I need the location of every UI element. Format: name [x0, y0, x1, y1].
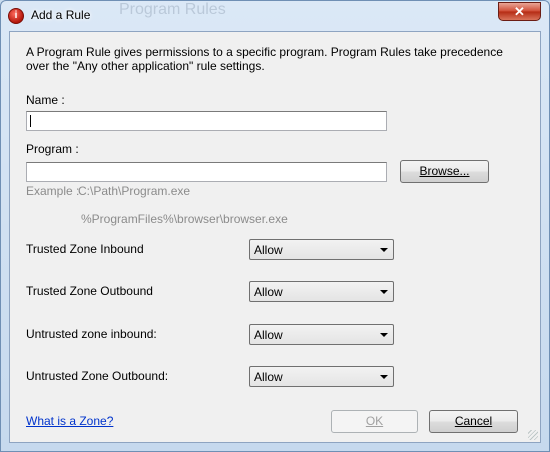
- name-input[interactable]: [26, 111, 387, 131]
- untrusted-inbound-select[interactable]: Allow: [249, 324, 394, 345]
- untrusted-outbound-value: Allow: [254, 370, 283, 384]
- untrusted-inbound-label: Untrusted zone inbound:: [26, 327, 157, 341]
- name-label: Name :: [26, 93, 65, 107]
- trusted-outbound-label: Trusted Zone Outbound: [26, 284, 153, 298]
- example-path-2: %ProgramFiles%\browser\browser.exe: [81, 212, 288, 226]
- background-window-title: Program Rules: [119, 1, 226, 18]
- chevron-down-icon: [380, 333, 388, 337]
- browse-label: Browse...: [419, 164, 470, 178]
- trusted-outbound-select[interactable]: Allow: [249, 281, 394, 302]
- browse-button[interactable]: Browse...: [400, 160, 489, 183]
- untrusted-outbound-label: Untrusted Zone Outbound:: [26, 369, 169, 383]
- trusted-inbound-value: Allow: [254, 243, 283, 257]
- chevron-down-icon: [380, 248, 388, 252]
- chevron-down-icon: [380, 290, 388, 294]
- ok-button[interactable]: OK: [331, 410, 418, 433]
- untrusted-outbound-select[interactable]: Allow: [249, 366, 394, 387]
- add-rule-window: Program Rules i Add a Rule ✕ A Program R…: [0, 0, 550, 452]
- example-label: Example :: [26, 184, 80, 198]
- text-caret: [30, 115, 31, 127]
- window-title: Add a Rule: [31, 8, 91, 22]
- resize-grip[interactable]: [528, 430, 538, 440]
- trusted-outbound-value: Allow: [254, 285, 283, 299]
- chevron-down-icon: [380, 375, 388, 379]
- description-text: A Program Rule gives permissions to a sp…: [26, 45, 503, 73]
- title-bar[interactable]: Program Rules i Add a Rule ✕: [1, 1, 549, 31]
- dialog-client-area: A Program Rule gives permissions to a sp…: [9, 31, 541, 443]
- cancel-button[interactable]: Cancel: [429, 410, 518, 433]
- cancel-label: Cancel: [454, 414, 493, 428]
- trusted-inbound-select[interactable]: Allow: [249, 239, 394, 260]
- ok-label: OK: [365, 414, 384, 428]
- example-path-1: C:\Path\Program.exe: [78, 184, 191, 198]
- trusted-inbound-label: Trusted Zone Inbound: [26, 242, 144, 256]
- what-is-a-zone-link[interactable]: What is a Zone?: [26, 414, 113, 428]
- untrusted-inbound-value: Allow: [254, 328, 283, 342]
- close-button[interactable]: ✕: [498, 2, 541, 21]
- program-label: Program :: [26, 142, 79, 156]
- zonealarm-icon: i: [8, 8, 24, 24]
- program-input[interactable]: [26, 162, 387, 182]
